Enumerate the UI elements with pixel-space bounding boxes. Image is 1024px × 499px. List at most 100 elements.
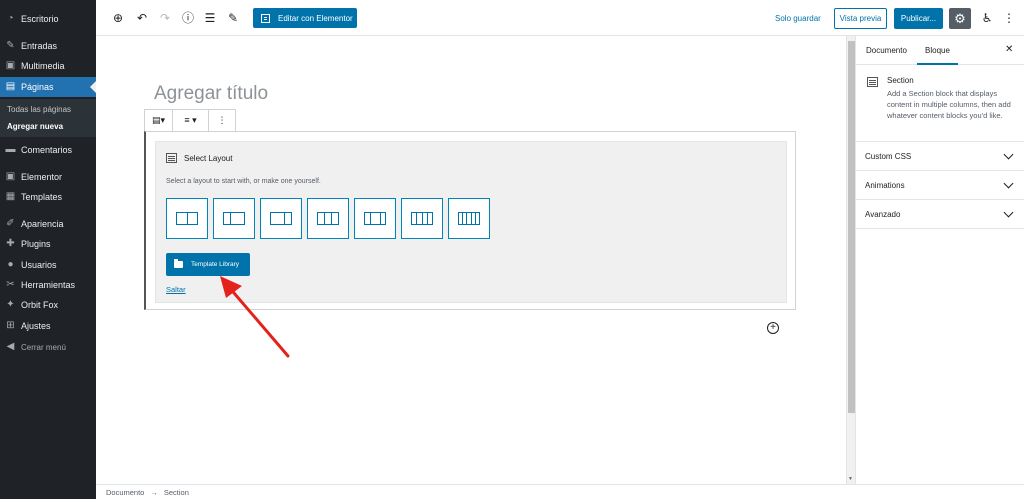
undo-icon[interactable]: ↶ bbox=[134, 10, 150, 26]
more-options-icon[interactable]: ⋮ bbox=[1002, 10, 1016, 26]
menu-item-orbitfox[interactable]: ✦ Orbit Fox bbox=[0, 295, 96, 315]
menu-item-label: Usuarios bbox=[21, 260, 57, 270]
column-cell bbox=[231, 213, 244, 224]
menu-item-comentarios[interactable]: ▬ Comentarios bbox=[0, 140, 96, 160]
pin-icon: ✎ bbox=[6, 40, 15, 51]
edit-with-elementor-button[interactable]: Editar con Elementor bbox=[253, 8, 357, 28]
templates-icon: ▦ bbox=[5, 191, 16, 202]
accessibility-icon[interactable]: ♿ bbox=[980, 10, 994, 26]
layout-icon bbox=[166, 153, 177, 163]
layout-3-wide-center-button[interactable] bbox=[354, 198, 396, 239]
dashboard-icon: ◔ bbox=[7, 13, 14, 24]
columns-icon bbox=[317, 212, 339, 225]
breadcrumb-root[interactable]: Documento bbox=[106, 488, 144, 497]
menu-item-escritorio[interactable]: ◔ Escritorio bbox=[0, 9, 96, 29]
submenu-add-new[interactable]: Agregar nueva bbox=[7, 122, 63, 131]
settings-toggle-button[interactable]: ⚙ bbox=[949, 8, 971, 29]
post-title-input[interactable]: Agregar título bbox=[154, 83, 268, 105]
template-library-button[interactable]: Template Library bbox=[166, 253, 250, 276]
plugins-icon: ✚ bbox=[6, 238, 15, 249]
add-block-icon[interactable]: ⊕ bbox=[110, 10, 126, 26]
editor-canvas: Agregar título ▤▾ ≡ ▾ ⋮ Select Layout Se… bbox=[96, 36, 846, 484]
pencil-icon[interactable]: ✎ bbox=[225, 10, 241, 26]
menu-item-label: Ajustes bbox=[21, 321, 51, 331]
select-layout-title: Select Layout bbox=[166, 153, 232, 163]
columns-icon bbox=[411, 212, 433, 225]
tab-document[interactable]: Documento bbox=[866, 46, 907, 55]
menu-item-herramientas[interactable]: ✂ Herramientas bbox=[0, 275, 96, 295]
more-vertical-icon: ⋮ bbox=[217, 115, 227, 125]
columns-icon bbox=[223, 212, 245, 225]
layout-2-wide-right-button[interactable] bbox=[260, 198, 302, 239]
menu-item-label: Multimedia bbox=[21, 61, 65, 71]
elementor-icon: ▣ bbox=[5, 171, 16, 182]
column-cell bbox=[381, 213, 386, 224]
menu-item-elementor[interactable]: ▣ Elementor bbox=[0, 167, 96, 187]
layout-3-equal-button[interactable] bbox=[307, 198, 349, 239]
info-icon[interactable]: ⓘ bbox=[180, 10, 196, 26]
layout-2-wide-left-button[interactable] bbox=[213, 198, 255, 239]
panel-advanced[interactable]: Avanzado bbox=[856, 200, 1024, 229]
tab-block[interactable]: Bloque bbox=[917, 46, 958, 65]
preview-button[interactable]: Vista previa bbox=[834, 8, 887, 29]
menu-item-entradas[interactable]: ✎ Entradas bbox=[0, 36, 96, 56]
panel-animations[interactable]: Animations bbox=[856, 171, 1024, 200]
menu-item-label: Plugins bbox=[21, 239, 51, 249]
columns-icon bbox=[270, 212, 292, 225]
menu-item-label: Orbit Fox bbox=[21, 300, 59, 310]
submenu-all-pages[interactable]: Todas las páginas bbox=[7, 105, 71, 114]
add-block-inline-button[interactable]: + bbox=[767, 322, 779, 334]
elementor-icon bbox=[261, 13, 270, 23]
skip-link[interactable]: Saltar bbox=[166, 285, 186, 294]
block-more-options[interactable]: ⋮ bbox=[209, 110, 235, 131]
layout-4-equal-button[interactable] bbox=[401, 198, 443, 239]
menu-item-label: Comentarios bbox=[21, 145, 73, 155]
column-cell bbox=[318, 213, 325, 224]
comments-icon: ▬ bbox=[5, 144, 16, 155]
column-cell bbox=[325, 213, 332, 224]
layout-2-equal-button[interactable] bbox=[166, 198, 208, 239]
menu-item-ajustes[interactable]: ⊞ Ajustes bbox=[0, 316, 96, 336]
editor-scrollbar[interactable]: ▼ bbox=[846, 36, 855, 484]
menu-item-multimedia[interactable]: ▣ Multimedia bbox=[0, 56, 96, 76]
block-card-description: Add a Section block that displays conten… bbox=[887, 89, 1011, 120]
breadcrumb-current[interactable]: Section bbox=[164, 488, 189, 497]
appearance-icon: ✐ bbox=[6, 218, 15, 229]
gear-icon: ⚙ bbox=[954, 10, 966, 26]
outline-icon[interactable]: ☰ bbox=[202, 10, 218, 26]
collapse-menu-button[interactable]: ◀ Cerrar menú bbox=[0, 337, 96, 357]
menu-item-templates[interactable]: ▦ Templates bbox=[0, 187, 96, 207]
menu-item-usuarios[interactable]: ● Usuarios bbox=[0, 255, 96, 275]
users-icon: ● bbox=[7, 259, 14, 270]
media-icon: ▣ bbox=[5, 60, 16, 71]
close-icon[interactable]: ✕ bbox=[1005, 44, 1013, 55]
menu-item-plugins[interactable]: ✚ Plugins bbox=[0, 234, 96, 254]
block-type-switcher[interactable]: ▤▾ bbox=[145, 110, 173, 131]
panel-custom-css[interactable]: Custom CSS bbox=[856, 142, 1024, 171]
menu-item-apariencia[interactable]: ✐ Apariencia bbox=[0, 214, 96, 234]
panel-title: Custom CSS bbox=[865, 152, 912, 161]
folder-icon bbox=[174, 259, 183, 268]
scroll-down-arrow-icon[interactable]: ▼ bbox=[848, 476, 853, 482]
menu-item-label: Entradas bbox=[21, 41, 58, 51]
redo-icon[interactable]: ↷ bbox=[157, 10, 173, 26]
columns-icon bbox=[364, 212, 386, 225]
menu-item-paginas[interactable]: ▤ Páginas bbox=[0, 77, 96, 97]
pages-submenu: Todas las páginas Agregar nueva bbox=[0, 99, 96, 137]
settings-sidebar: Documento Bloque ✕ Section Add a Section… bbox=[855, 36, 1024, 484]
menu-item-label: Elementor bbox=[21, 172, 63, 182]
column-cell bbox=[285, 213, 291, 224]
column-cell bbox=[177, 213, 188, 224]
menu-item-label: Herramientas bbox=[21, 280, 76, 290]
layout-5-equal-button[interactable] bbox=[448, 198, 490, 239]
editor-toolbar: ⊕ ↶ ↷ ⓘ ☰ ✎ Editar con Elementor Solo gu… bbox=[96, 0, 1024, 36]
block-alignment-dropdown[interactable]: ≡ ▾ bbox=[173, 110, 209, 131]
panel-title: Avanzado bbox=[865, 210, 901, 219]
columns-icon bbox=[176, 212, 198, 225]
menu-item-label: Templates bbox=[21, 192, 63, 202]
save-draft-link[interactable]: Solo guardar bbox=[775, 14, 821, 23]
scrollbar-thumb[interactable] bbox=[848, 41, 855, 413]
block-toolbar: ▤▾ ≡ ▾ ⋮ bbox=[144, 109, 236, 132]
publish-button[interactable]: Publicar... bbox=[894, 8, 943, 29]
pages-icon: ▤ bbox=[5, 81, 16, 92]
